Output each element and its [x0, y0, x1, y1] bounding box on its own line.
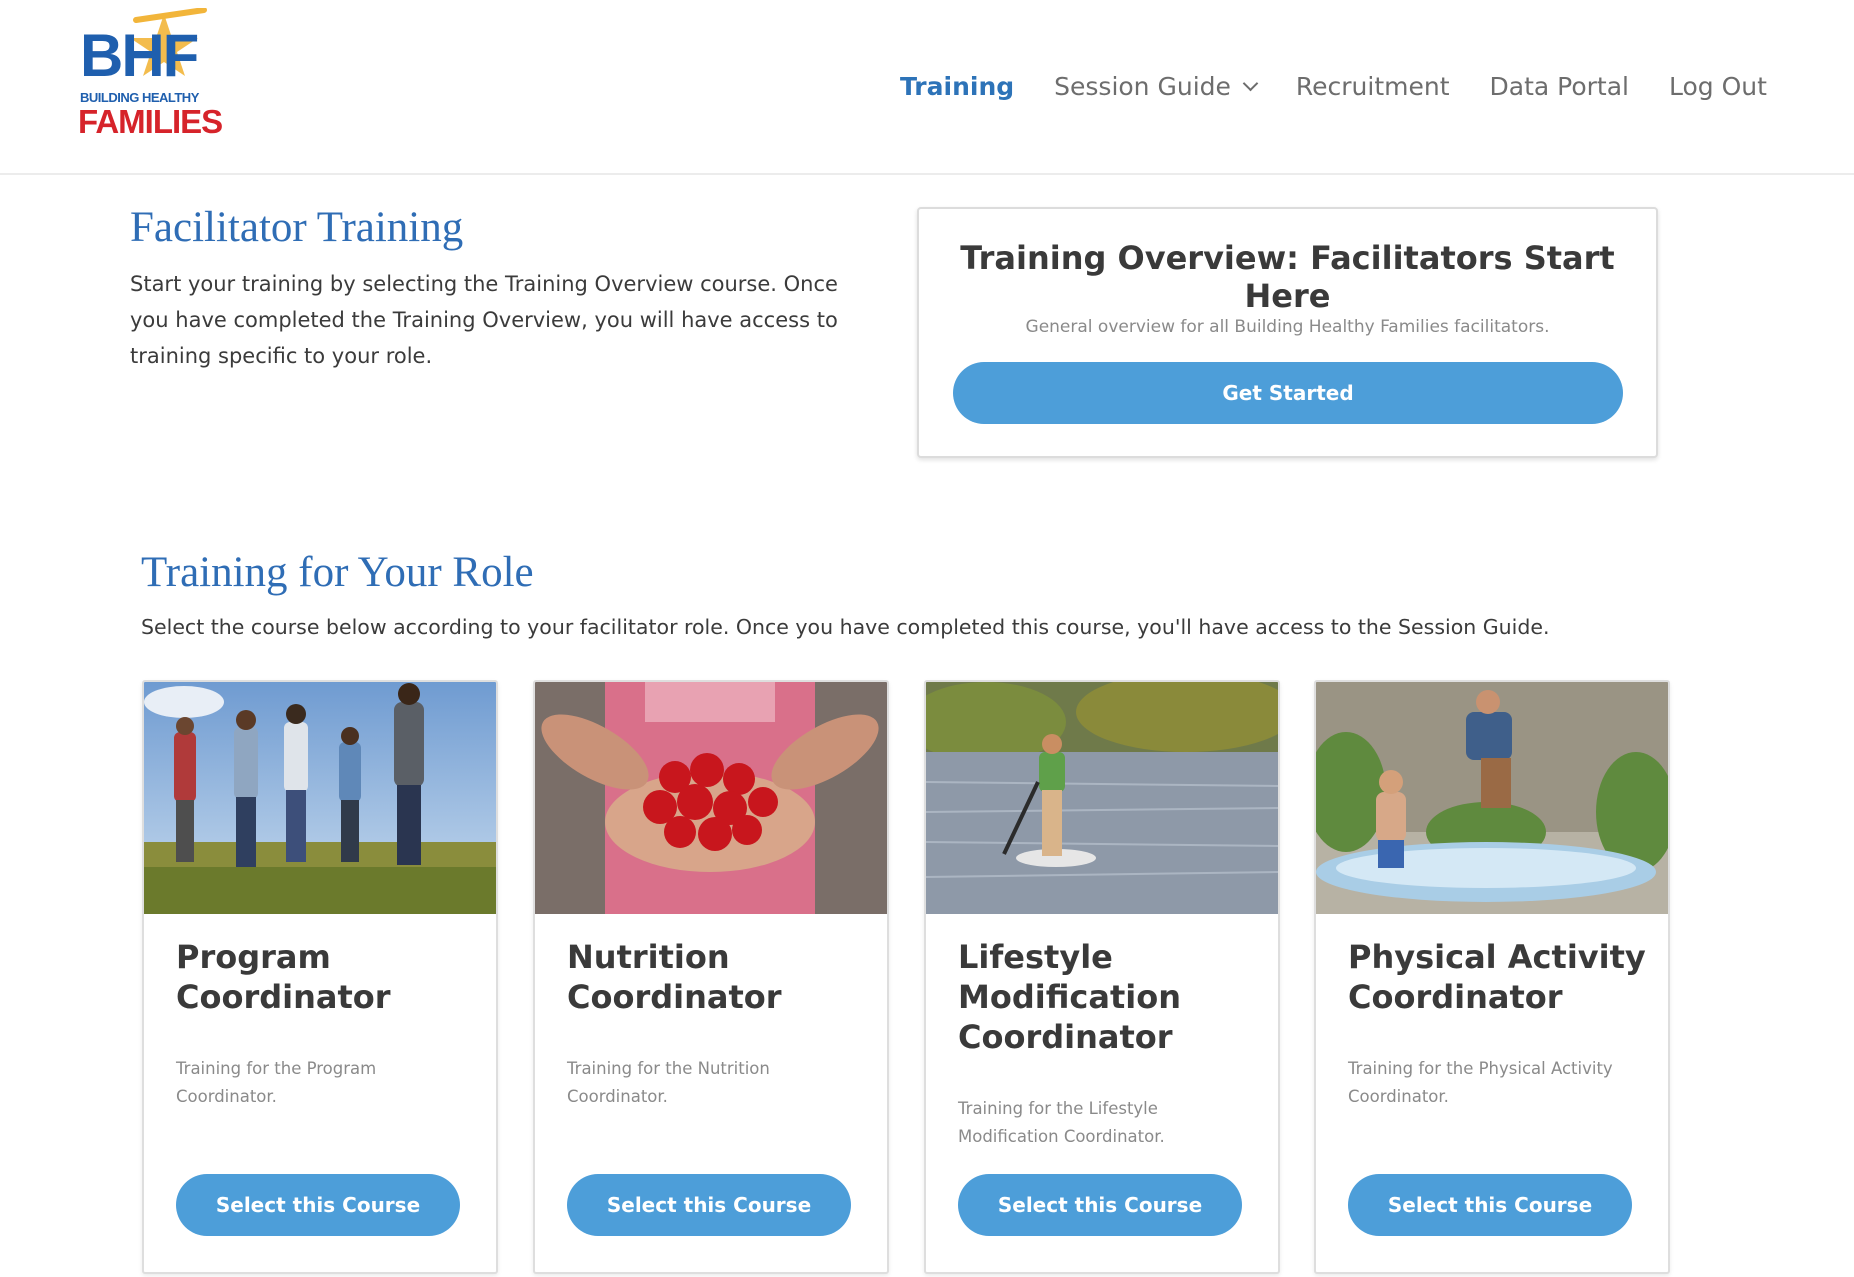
nav-log-out-label: Log Out: [1669, 72, 1767, 101]
nav-training-label: Training: [900, 72, 1015, 101]
nav-recruitment[interactable]: Recruitment: [1296, 72, 1450, 101]
training-overview-card: Training Overview: Facilitators Start He…: [917, 207, 1658, 458]
role-training-heading: Training for Your Role: [141, 549, 534, 596]
kids-jumping-image: [1316, 682, 1668, 914]
role-intro-text: Select the course below according to you…: [141, 615, 1550, 639]
nav-data-portal-label: Data Portal: [1489, 72, 1629, 101]
get-started-button[interactable]: Get Started: [953, 362, 1623, 424]
nav-data-portal[interactable]: Data Portal: [1490, 72, 1629, 101]
bhf-logo[interactable]: BHF BUILDING HEALTHY FAMILIES: [76, 8, 223, 140]
course-card-lifestyle-modification-coordinator: Lifestyle Modification Coordinator Train…: [924, 680, 1280, 1274]
select-course-button[interactable]: Select this Course: [176, 1174, 460, 1236]
strawberries-image: [535, 682, 887, 914]
people-running-image: [144, 682, 496, 914]
overview-description: General overview for all Building Health…: [1025, 317, 1550, 337]
logo-mark: BHF: [80, 22, 199, 89]
course-description: Training for the Nutrition Coordinator.: [567, 1059, 770, 1106]
course-card-physical-activity-coordinator: Physical Activity Coordinator Training f…: [1314, 680, 1670, 1274]
facilitator-intro-text: Start your training by selecting the Tra…: [130, 272, 838, 368]
select-course-button[interactable]: Select this Course: [567, 1174, 851, 1236]
nav-session-guide[interactable]: Session Guide: [1054, 72, 1259, 101]
nav-session-guide-label: Session Guide: [1054, 72, 1231, 101]
site-header: BHF BUILDING HEALTHY FAMILIES Training S…: [0, 0, 1854, 175]
course-card-nutrition-coordinator: Nutrition Coordinator Training for the N…: [533, 680, 889, 1274]
course-description: Training for the Physical Activity Coord…: [1348, 1059, 1613, 1106]
course-title: Nutrition Coordinator: [567, 938, 782, 1016]
select-course-button[interactable]: Select this Course: [1348, 1174, 1632, 1236]
logo-wordmark: FAMILIES: [78, 103, 223, 140]
overview-title: Training Overview: Facilitators Start He…: [960, 239, 1615, 315]
course-title: Physical Activity Coordinator: [1348, 938, 1646, 1016]
nav-recruitment-label: Recruitment: [1295, 72, 1450, 101]
course-description: Training for the Program Coordinator.: [176, 1059, 377, 1106]
course-title: Lifestyle Modification Coordinator: [958, 938, 1182, 1056]
facilitator-training-heading: Facilitator Training: [130, 204, 464, 251]
course-description: Training for the Lifestyle Modification …: [958, 1099, 1165, 1146]
main-nav: Training Session Guide Recruitment Data …: [900, 72, 1807, 101]
nav-log-out[interactable]: Log Out: [1669, 72, 1767, 101]
course-title: Program Coordinator: [176, 938, 391, 1016]
course-card-program-coordinator: Program Coordinator Training for the Pro…: [142, 680, 498, 1274]
select-course-button[interactable]: Select this Course: [958, 1174, 1242, 1236]
nav-training[interactable]: Training: [900, 72, 1014, 101]
chevron-down-icon: [1242, 75, 1259, 92]
paddleboard-image: [926, 682, 1278, 914]
